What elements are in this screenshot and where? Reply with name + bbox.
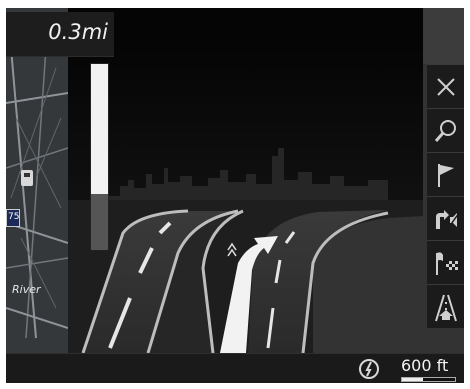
destination-flag-icon — [435, 251, 458, 275]
mute-guidance-button[interactable] — [427, 196, 464, 240]
distance-bar-remaining — [91, 64, 108, 195]
distance-to-turn: 0.3mi — [48, 20, 108, 44]
fuel-pump-icon[interactable] — [21, 170, 33, 186]
route-shield-number: 75 — [8, 212, 20, 222]
flag-button[interactable] — [427, 152, 464, 196]
side-menu-top — [423, 8, 464, 64]
search-icon — [434, 119, 456, 142]
route-shield: 75 — [6, 209, 20, 227]
lane-guidance-icon — [434, 294, 457, 321]
approach-distance-bar — [90, 63, 109, 251]
navigation-display: 75 River 0.3mi 600 ft — [6, 8, 464, 383]
junction-view — [68, 48, 423, 353]
status-bar: 600 ft — [6, 353, 464, 383]
destination-button[interactable] — [427, 240, 464, 284]
mute-guidance-icon — [435, 209, 460, 229]
map-scale-label: 600 ft — [401, 356, 449, 375]
map-preview-strip[interactable]: 75 River — [6, 8, 68, 353]
road-label: River — [12, 283, 41, 296]
map-scale-bar-fill — [402, 378, 424, 381]
side-menu — [423, 8, 464, 353]
close-icon — [436, 77, 455, 96]
distance-header: 0.3mi — [6, 12, 114, 57]
distance-bar-travelled — [91, 194, 108, 250]
search-button[interactable] — [427, 108, 464, 152]
lane-guidance-button[interactable] — [427, 284, 464, 328]
compass-icon[interactable] — [357, 357, 381, 381]
screenshot: 75 River 0.3mi 600 ft — [0, 0, 470, 389]
map-roads — [6, 8, 68, 353]
close-button[interactable] — [427, 64, 464, 108]
map-scale-bar — [401, 377, 456, 382]
flag-icon — [437, 163, 454, 187]
